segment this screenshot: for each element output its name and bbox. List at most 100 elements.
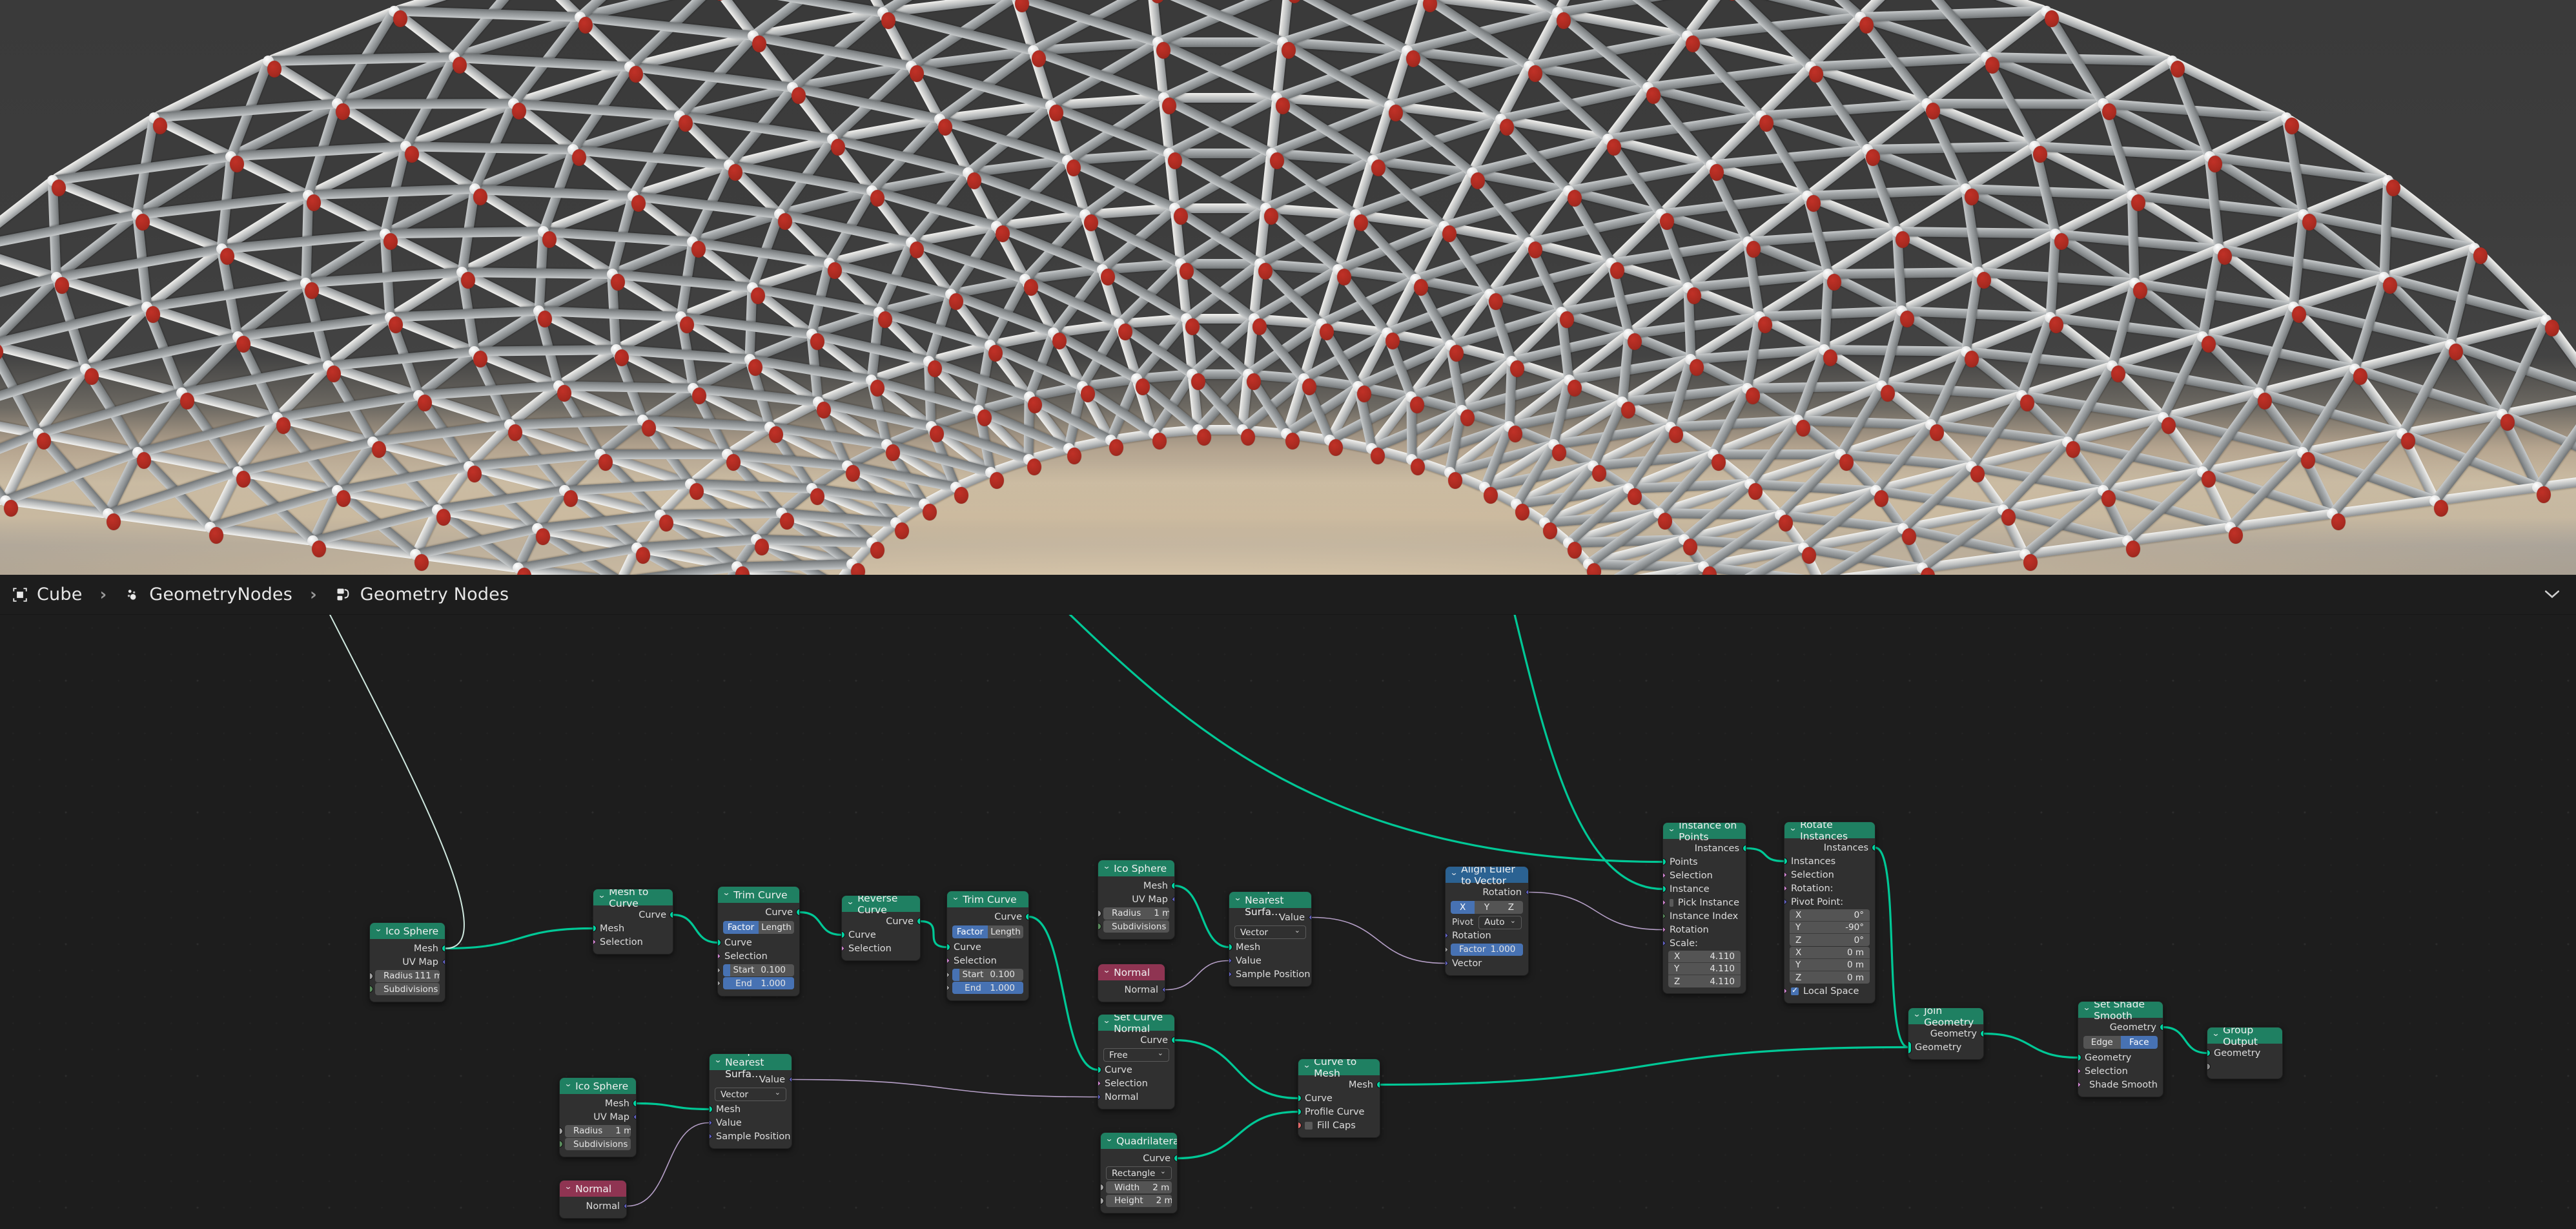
value-widget-subdivisions[interactable]: Subdivisions5 [565, 1138, 631, 1150]
slider-factor[interactable]: Factor 1.000 [1451, 943, 1523, 956]
input-socket-row[interactable]: Profile Curve [1298, 1105, 1380, 1119]
input-socket-row[interactable]: Curve [947, 940, 1028, 954]
vector-input-group[interactable]: X 4.110 Y 4.110 Z 4.110 [1668, 951, 1741, 987]
collapse-chevron-icon[interactable]: ⌄ [374, 924, 383, 933]
node-header-normal-mid[interactable]: ⌄ Normal [1098, 964, 1165, 980]
node-header-ico-sphere-top[interactable]: ⌄ Ico Sphere [370, 923, 445, 939]
collapse-chevron-icon[interactable]: ⌄ [1103, 1016, 1111, 1025]
socket-field-in[interactable] [947, 956, 950, 965]
enum-option-face[interactable]: Face [2120, 1036, 2158, 1049]
socket-field-in[interactable] [1784, 871, 1788, 879]
socket-intf-in[interactable] [1663, 912, 1666, 920]
socket-vec-out[interactable] [1161, 986, 1165, 994]
collapse-chevron-icon[interactable]: ⌄ [2083, 1003, 2091, 1012]
node-instance-on-points[interactable]: ⌄ Instance on Points Instances Points Select… [1662, 822, 1746, 994]
socket-field-in[interactable] [1663, 898, 1666, 907]
node-header-rotate-instances[interactable]: ⌄ Rotate Instances [1784, 822, 1875, 842]
output-socket-row[interactable]: Geometry [2078, 1020, 2163, 1034]
socket-geo-in[interactable] [1298, 1108, 1302, 1115]
socket-geo-in[interactable] [710, 1106, 713, 1113]
dropdown-mode[interactable]: Vector ⌄ [1234, 925, 1306, 939]
collapse-chevron-icon[interactable]: ⌄ [564, 1182, 573, 1191]
socket-grey-in[interactable] [2207, 1063, 2211, 1070]
socket-int-in[interactable] [370, 986, 373, 993]
output-socket-row[interactable]: Normal [1098, 983, 1165, 997]
vector-component-y[interactable]: Y 4.110 [1668, 963, 1741, 975]
node-set-shade-smooth[interactable]: ⌄ Set Shade Smooth Geometry Edge Face Geometr… [2078, 1001, 2163, 1097]
socket-field-in[interactable] [1098, 1079, 1101, 1088]
value-widget-radius[interactable]: Radius 111 m [375, 969, 440, 982]
node-sample-nearest-surface-bottom[interactable]: ⌄Sample Nearest Surfa…ValueVector⌄MeshVa… [709, 1053, 792, 1149]
node-header-reverse-curve[interactable]: ⌄ Reverse Curve [842, 896, 920, 916]
node-trim-curve-1[interactable]: ⌄ Trim Curve Curve Factor Length Curve Selecti… [717, 886, 800, 997]
input-socket-row[interactable]: Normal [1098, 1090, 1174, 1104]
vector-component-z[interactable]: Z 0 m [1790, 971, 1870, 984]
input-socket-row[interactable]: Scale: [1663, 936, 1746, 950]
socket-vec-in[interactable] [1229, 970, 1232, 978]
input-socket-row[interactable]: Instance [1663, 882, 1746, 896]
breadcrumb-modifier[interactable]: GeometryNodes [149, 584, 292, 604]
socket-vec-out[interactable] [623, 1202, 626, 1210]
socket-geo-out[interactable] [1872, 844, 1875, 851]
node-set-curve-normal[interactable]: ⌄ Set Curve Normal Curve Free ⌄ Curve Selectio… [1098, 1014, 1175, 1110]
output-socket-row[interactable]: Value [1229, 911, 1311, 924]
socket-int-in[interactable] [1098, 923, 1101, 930]
collapse-chevron-icon[interactable]: ⌄ [1103, 966, 1111, 975]
socket-floatf-in[interactable] [947, 970, 950, 979]
input-socket-row[interactable]: Pivot Point: [1784, 895, 1875, 909]
input-socket-row[interactable]: Selection [1663, 869, 1746, 882]
socket-geo-out[interactable] [2160, 1024, 2163, 1031]
socket-float-in[interactable] [1098, 909, 1101, 917]
vector-component-x[interactable]: X 0° [1790, 909, 1870, 922]
value-widget-height[interactable]: Height 2 m [1106, 1194, 1172, 1207]
socket-geo-out[interactable] [1376, 1081, 1380, 1088]
checkbox-local-space[interactable] [1791, 986, 1799, 995]
node-header-ico-sphere-bottom[interactable]: ⌄ Ico Sphere [560, 1078, 636, 1094]
input-socket-row[interactable]: Fill Caps [1298, 1119, 1380, 1132]
input-socket-row[interactable]: Selection [1098, 1077, 1174, 1090]
input-socket-row[interactable]: Selection [593, 935, 673, 949]
socket-vec-out[interactable] [633, 1113, 636, 1121]
input-socket-row[interactable]: Sample Position [1229, 967, 1311, 981]
node-header-join-geometry[interactable]: ⌄ Join Geometry [1908, 1008, 1983, 1028]
node-header-sample-nearest-surface-bottom[interactable]: ⌄Sample Nearest Surfa… [710, 1054, 792, 1080]
socket-field-in[interactable] [593, 938, 597, 946]
socket-vec-out[interactable] [1525, 888, 1528, 896]
input-socket-row[interactable]: Mesh [593, 922, 673, 935]
geometry-node-editor[interactable]: ⌄CylinderMeshTopSideBottomUV MapFill Typ… [0, 615, 2576, 1229]
socket-field-in[interactable] [1784, 987, 1788, 995]
output-socket-row[interactable]: Curve [718, 905, 799, 919]
input-socket-row[interactable]: Selection [1784, 868, 1875, 882]
input-socket-row[interactable]: Selection [2078, 1064, 2163, 1078]
node-header-curve-to-mesh[interactable]: ⌄ Curve to Mesh [1298, 1059, 1380, 1079]
node-rotate-instances[interactable]: ⌄ Rotate Instances Instances Instances Selec… [1784, 821, 1876, 1004]
input-socket-row[interactable]: Shade Smooth [2078, 1078, 2163, 1091]
input-socket-row[interactable]: Geometry [2078, 1051, 2163, 1064]
vector-component-y[interactable]: Y -90° [1790, 922, 1870, 934]
input-socket-row[interactable]: Points [1663, 855, 1746, 869]
enum-option-y[interactable]: Y [1475, 901, 1499, 914]
collapse-chevron-icon[interactable]: ⌄ [598, 891, 606, 900]
node-header-trim-curve-1[interactable]: ⌄ Trim Curve [718, 887, 799, 903]
collapse-chevron-icon[interactable]: ⌄ [1105, 1134, 1114, 1143]
socket-float-in[interactable] [370, 972, 373, 980]
dropdown-pivot[interactable]: Auto ⌄ [1478, 915, 1522, 929]
socket-float-in[interactable] [1101, 1197, 1104, 1204]
node-normal-mid[interactable]: ⌄ Normal Normal [1098, 964, 1165, 1002]
slider-start[interactable]: Start 0.100 [723, 964, 794, 976]
value-widget-subdivisions[interactable]: Subdivisions4 [375, 983, 440, 995]
output-socket-row[interactable]: Curve [1101, 1152, 1177, 1165]
output-socket-row[interactable]: Rotation [1446, 885, 1528, 899]
output-socket-row[interactable]: Geometry [1908, 1027, 1983, 1040]
vector-input-group[interactable]: X 0° Y -90° Z 0° [1790, 909, 1870, 946]
enum-option-length[interactable]: Length [759, 921, 794, 934]
output-socket-row[interactable]: Curve [842, 914, 920, 928]
socket-geo-in[interactable] [2207, 1049, 2211, 1057]
node-curve-to-mesh[interactable]: ⌄ Curve to Mesh Mesh Curve Profile Curve Fill… [1298, 1059, 1380, 1138]
slider-end[interactable]: End 1.000 [952, 982, 1023, 994]
value-widget-width[interactable]: Width 2 m [1106, 1181, 1172, 1193]
node-reverse-curve[interactable]: ⌄ Reverse Curve Curve Curve Selection [841, 895, 921, 961]
input-socket-row[interactable]: Rotation: [1784, 882, 1875, 895]
socket-geo-in[interactable] [718, 939, 721, 946]
enum-toggle[interactable]: XYZ [1451, 901, 1523, 914]
